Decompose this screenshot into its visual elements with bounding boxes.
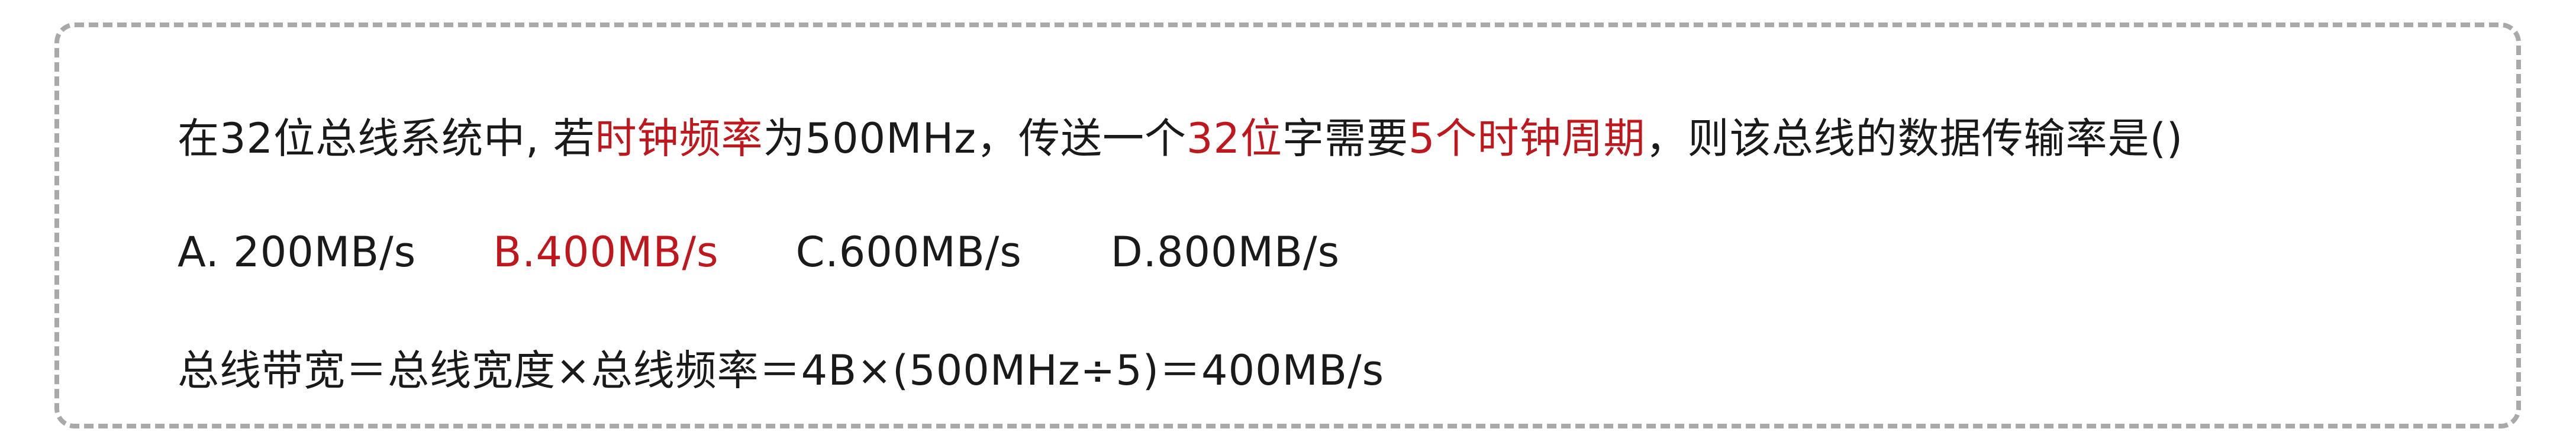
word-size-highlight: 32位: [1186, 114, 1283, 163]
question-text-part: 字需要: [1282, 114, 1409, 163]
option-c: C.600MB/s: [795, 228, 1022, 276]
clock-frequency-highlight: 时钟频率: [595, 114, 763, 163]
option-b-correct: B.400MB/s: [493, 228, 719, 276]
option-d: D.800MB/s: [1110, 228, 1340, 276]
question-text-part: 在32位总线系统中, 若: [178, 114, 595, 163]
option-a: A. 200MB/s: [178, 228, 417, 276]
question-text: 在32位总线系统中, 若时钟频率为500MHz，传送一个32位字需要5个时钟周期…: [178, 110, 2183, 167]
explanation-text: 总线带宽＝总线宽度×总线频率＝4B×(500MHz÷5)＝400MB/s: [178, 346, 1385, 395]
question-text-part: 为500MHz，传送一个: [763, 114, 1187, 163]
answer-options: A. 200MB/s B.400MB/s C.600MB/s D.800MB/s: [178, 224, 1340, 281]
clock-cycles-highlight: 5个时钟周期: [1408, 114, 1646, 163]
question-card: 在32位总线系统中, 若时钟频率为500MHz，传送一个32位字需要5个时钟周期…: [54, 22, 2521, 428]
question-text-part: ，则该总线的数据传输率是(): [1645, 114, 2184, 163]
